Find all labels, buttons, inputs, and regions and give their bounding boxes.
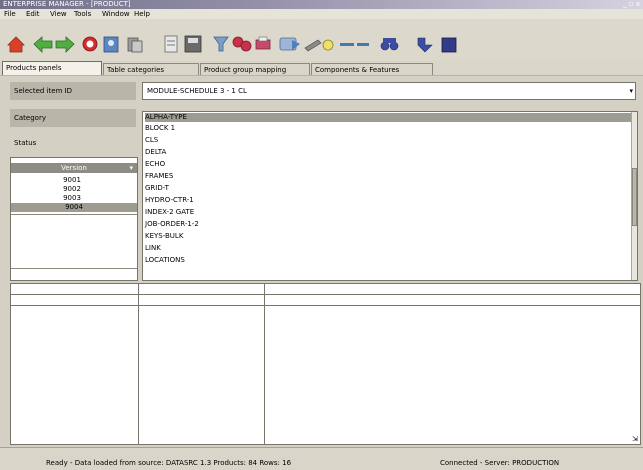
toolbar (0, 19, 643, 61)
menu-bar: File Edit View Tools Window Help (0, 9, 643, 19)
close-icon[interactable] (441, 37, 457, 53)
field1-label: Selected item ID (14, 87, 73, 95)
table-row[interactable]: 9002 (11, 185, 133, 194)
delete-icon[interactable] (340, 43, 369, 46)
field3-label: Status (14, 139, 37, 147)
menu-window[interactable]: Window (102, 9, 130, 19)
refresh-icon[interactable] (417, 37, 433, 53)
tab-product-group-mapping[interactable]: Product group mapping (200, 63, 310, 75)
toolbar-icons (7, 35, 457, 53)
back-icon[interactable] (33, 36, 53, 53)
field2-label: Category (14, 114, 46, 122)
grid-line (11, 305, 640, 306)
list-item[interactable]: DELTA (145, 148, 166, 157)
filter-icon[interactable] (213, 36, 229, 52)
version-table-header: Version (11, 163, 137, 173)
list-item[interactable]: INDEX-2 GATE (145, 208, 194, 217)
version-table: Version ▾ 9001 9002 9003 9004 (10, 157, 138, 281)
menu-view[interactable]: View (50, 9, 67, 19)
home-icon[interactable] (7, 36, 25, 53)
table-divider (11, 268, 137, 269)
list-item[interactable]: KEYS-BULK (145, 232, 183, 241)
table-divider (11, 214, 137, 215)
grid-line (264, 284, 265, 444)
list-item[interactable]: FRAMES (145, 172, 173, 181)
menu-help[interactable]: Help (134, 9, 150, 19)
list-item[interactable]: GRID-T (145, 184, 169, 193)
table-row[interactable]: 9003 (11, 194, 133, 203)
field1-value: MODULE-SCHEDULE 3 - 1 CL (147, 87, 247, 95)
list-scroll-thumb[interactable] (632, 168, 637, 226)
find-icon[interactable] (103, 36, 119, 53)
list-item[interactable]: CLS (145, 136, 158, 145)
tree-icon[interactable] (232, 36, 252, 52)
menu-file[interactable]: File (4, 9, 16, 19)
title-bar: ENTERPRISE MANAGER - [PRODUCT] _ ▫ x (0, 0, 643, 9)
menu-edit[interactable]: Edit (26, 9, 40, 19)
forward-icon[interactable] (55, 36, 75, 53)
connection-status: Connected - Server: PRODUCTION (440, 459, 560, 467)
list-item[interactable]: BLOCK 1 (145, 124, 175, 133)
status-text: Ready - Data loaded from source: DATASRC… (46, 459, 292, 467)
table-row-selected[interactable]: 9004 (11, 203, 137, 212)
field1-input[interactable]: MODULE-SCHEDULE 3 - 1 CL ▾ (142, 82, 636, 100)
version-dropdown-icon[interactable]: ▾ (129, 163, 133, 173)
category-dropdown-list[interactable]: ALPHA-TYPE BLOCK 1 CLS DELTA ECHO FRAMES… (142, 111, 638, 281)
status-bar: Ready - Data loaded from source: DATASRC… (0, 447, 643, 470)
binoculars-icon[interactable] (380, 38, 399, 51)
window-title: ENTERPRISE MANAGER - [PRODUCT] (3, 0, 131, 8)
table-row[interactable]: 9001 (11, 176, 133, 185)
grid-resize-icon[interactable]: ⇲ (632, 434, 638, 444)
print-icon[interactable] (255, 36, 271, 50)
list-item-selected[interactable]: ALPHA-TYPE (145, 113, 631, 122)
save-icon[interactable] (184, 35, 202, 53)
tab-table-categories[interactable]: Table categories (103, 63, 199, 75)
menu-tools[interactable]: Tools (74, 9, 91, 19)
field1-dropdown-icon[interactable]: ▾ (629, 86, 633, 96)
copy-icon[interactable] (127, 37, 143, 53)
list-item[interactable]: HYDRO-CTR-1 (145, 196, 194, 205)
list-item[interactable]: LOCATIONS (145, 256, 185, 265)
edit-icon[interactable] (304, 39, 334, 52)
stop-icon[interactable] (82, 36, 98, 52)
list-item[interactable]: JOB-ORDER-1-2 (145, 220, 199, 229)
paste-icon[interactable] (164, 35, 178, 53)
list-scrollbar[interactable] (631, 112, 637, 280)
grid-line (11, 294, 640, 295)
tab-components-features[interactable]: Components & Features (311, 63, 433, 75)
tab-products-panels[interactable]: Products panels (2, 61, 102, 75)
list-item[interactable]: LINK (145, 244, 161, 253)
export-icon[interactable] (279, 37, 300, 51)
grid-line (138, 284, 139, 444)
window-controls[interactable]: _ ▫ x (623, 0, 640, 9)
detail-grid[interactable]: ⇲ (10, 283, 641, 445)
list-item[interactable]: ECHO (145, 160, 165, 169)
